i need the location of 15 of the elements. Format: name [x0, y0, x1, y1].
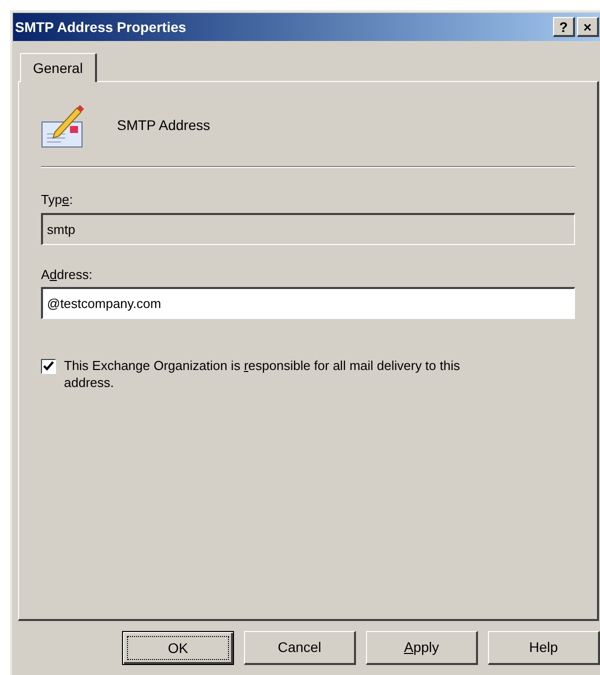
- dialog-button[interactable]: Apply: [366, 631, 478, 665]
- help-button[interactable]: ?: [553, 17, 575, 37]
- envelope-pencil-icon: [41, 102, 85, 148]
- dialog-button[interactable]: OK: [122, 631, 234, 665]
- text-field[interactable]: @testcompany.com: [41, 287, 575, 319]
- dialog-button[interactable]: Help: [488, 631, 600, 665]
- field-label: Address:: [41, 266, 94, 284]
- checkbox-label: This Exchange Organization is responsible for all mail delivery to this address.: [64, 357, 461, 391]
- dialog-button[interactable]: Cancel: [244, 631, 356, 665]
- checkbox[interactable]: [41, 359, 56, 374]
- header-title: SMTP Address: [117, 116, 210, 134]
- tab[interactable]: General: [20, 53, 97, 82]
- close-button[interactable]: ×: [577, 17, 599, 37]
- field-label: Type:: [41, 191, 74, 209]
- window-title: SMTP Address Properties: [15, 18, 186, 37]
